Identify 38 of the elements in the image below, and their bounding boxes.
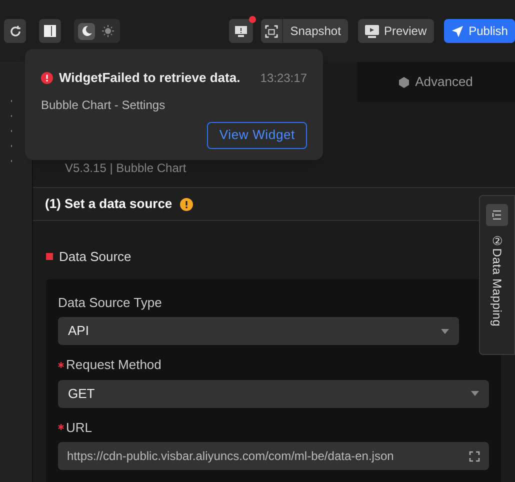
- select-field[interactable]: GET: [58, 380, 489, 408]
- field-label: URL: [66, 418, 92, 436]
- view-widget-button[interactable]: View Widget: [207, 122, 307, 148]
- version-text: V5.3.15 | Bubble Chart: [65, 160, 186, 177]
- field-label: Data Source Type: [58, 294, 162, 312]
- notification-title: WidgetFailed to retrieve data.: [59, 69, 240, 87]
- group-title: Data Source: [59, 248, 132, 266]
- advanced-tab[interactable]: Advanced: [357, 62, 515, 102]
- camera-icon: [265, 24, 278, 38]
- refresh-icon: [8, 24, 22, 38]
- sun-icon: [102, 25, 114, 37]
- publish-button[interactable]: Publish: [444, 19, 515, 43]
- moon-icon: [80, 25, 93, 37]
- alert-icon: [235, 26, 248, 36]
- error-icon: [41, 72, 53, 84]
- panel-icon: [44, 25, 56, 37]
- expand-icon: [469, 450, 480, 462]
- theme-option[interactable]: [78, 22, 96, 40]
- field-label: Request Method: [66, 356, 162, 374]
- refresh-button[interactable]: [4, 19, 26, 43]
- list-icon: [486, 204, 508, 226]
- url-field[interactable]: https://cdn-public.visbar.aliyuncs.com/com/ml-be/data-en.json: [58, 442, 489, 470]
- caret-icon: [441, 328, 449, 334]
- data-mapping-label: ②Data Mapping: [489, 234, 505, 327]
- preview-button[interactable]: Preview: [358, 19, 434, 43]
- data-mapping-tab[interactable]: ②Data Mapping: [479, 195, 515, 355]
- notification-time: 13:23:17: [260, 70, 307, 87]
- select-field[interactable]: API: [58, 317, 459, 345]
- monitor-icon: [364, 24, 379, 38]
- alert-button[interactable]: [229, 19, 254, 43]
- layout-button[interactable]: [39, 19, 62, 43]
- snapshot-button[interactable]: Snapshot: [261, 19, 348, 43]
- send-icon: [450, 24, 464, 38]
- group-marker: [46, 253, 53, 260]
- cube-icon: [399, 76, 410, 88]
- notification-subtitle: Bubble Chart - Settings: [41, 96, 166, 114]
- caret-icon: [471, 391, 479, 396]
- section-title: (1) Set a data source: [45, 195, 172, 214]
